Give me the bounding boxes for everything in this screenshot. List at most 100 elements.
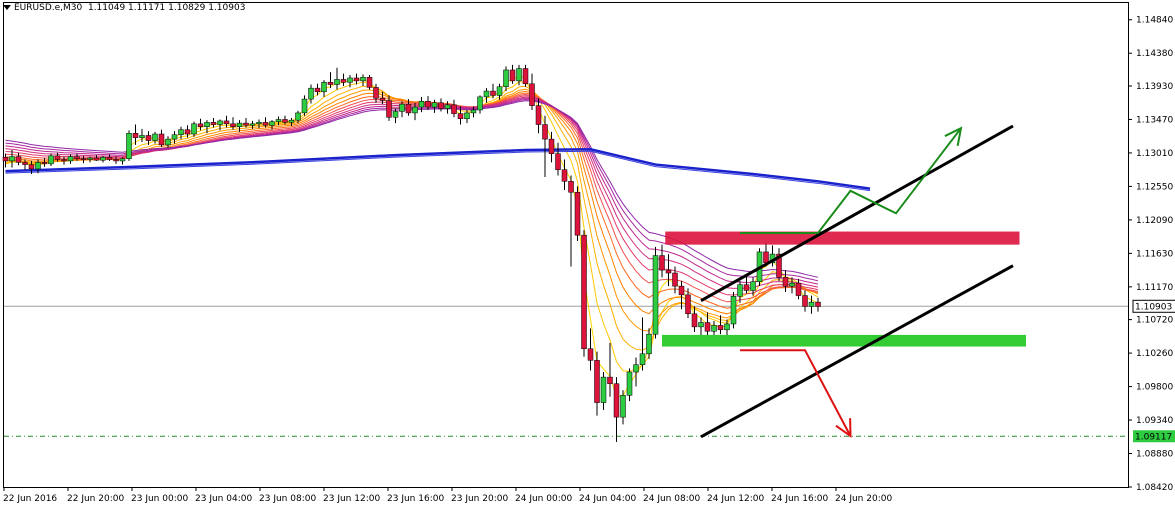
y-tick-label: 1.11630 (1136, 249, 1173, 259)
candle-body (678, 285, 685, 296)
candle-body (301, 98, 308, 114)
current-price-label: 1.10903 (1135, 302, 1172, 312)
candle-body (314, 87, 321, 93)
candle-body (379, 98, 386, 101)
y-tick-label: 1.08420 (1136, 483, 1173, 493)
candle-body (15, 156, 22, 163)
candle-body (685, 294, 691, 315)
candle-body (54, 155, 61, 160)
resistance-zone (665, 231, 1020, 245)
candle (321, 80, 327, 97)
channel-lower-line (700, 264, 1014, 439)
x-tick-label: 24 Jun 20:00 (835, 494, 892, 504)
candle (392, 108, 399, 124)
candle (620, 390, 626, 425)
candle (613, 377, 620, 442)
candle (67, 154, 74, 164)
candle-body (789, 282, 795, 287)
candle-body (802, 295, 808, 307)
candle-body (613, 383, 620, 418)
candle-body (48, 155, 54, 165)
x-tick-label: 23 Jun 00:00 (131, 494, 188, 504)
candle-body (230, 123, 236, 127)
ma-fast-line (5, 98, 819, 282)
candle-body (607, 376, 613, 384)
candle-body (165, 138, 171, 146)
candle-body (782, 277, 789, 287)
candle (678, 281, 685, 310)
candle-body (633, 364, 639, 373)
candle-body (113, 159, 119, 162)
candle (360, 74, 366, 86)
candle-body (106, 157, 113, 160)
candle-body (399, 103, 405, 112)
candle (340, 73, 347, 86)
candle-body (691, 313, 698, 328)
candle-body (275, 119, 282, 122)
candle-body (204, 122, 210, 127)
candle-body (139, 135, 145, 138)
candle (574, 186, 581, 241)
candle-body (126, 133, 132, 160)
chart-window[interactable]: EURUSD.e,M30 1.11049 1.11171 1.10829 1.1… (0, 0, 1175, 510)
candle-body (470, 109, 477, 114)
candle-body (67, 156, 74, 162)
candle-body (2, 157, 9, 162)
ma-fast-line (5, 97, 819, 285)
candle (782, 270, 789, 292)
candle-body (249, 123, 256, 126)
y-tick-label: 1.08880 (1136, 450, 1173, 460)
candle-body (152, 133, 158, 141)
candle (431, 99, 438, 113)
candle-body (243, 122, 249, 126)
candle (158, 129, 165, 148)
y-tick-label: 1.10260 (1136, 349, 1173, 359)
candle-body (22, 162, 28, 165)
x-tick-label: 24 Jun 08:00 (643, 494, 700, 504)
candle (626, 368, 633, 402)
candle-body (438, 102, 444, 109)
candle-body (321, 82, 327, 93)
candle-body (119, 158, 126, 162)
y-tick-label: 1.14380 (1136, 49, 1173, 59)
candle-body (659, 255, 665, 271)
candle-body (600, 376, 607, 403)
candle (815, 297, 821, 312)
candle-body (724, 323, 730, 331)
candle-body (9, 156, 15, 162)
x-tick-label: 24 Jun 16:00 (771, 494, 828, 504)
candle-body (288, 119, 295, 123)
candle-body (704, 322, 711, 332)
candle (503, 66, 509, 92)
candle-body (217, 120, 223, 125)
ma-slow-line-2 (5, 150, 871, 192)
candle-body (665, 269, 672, 274)
candle-body (516, 68, 522, 82)
candle (594, 351, 600, 416)
candle (802, 290, 808, 312)
ma-fast-line (5, 85, 819, 351)
ma-fast-line (5, 92, 819, 309)
candle-body (412, 106, 418, 114)
candle (490, 83, 496, 99)
candle (366, 75, 373, 90)
candle-body (730, 296, 737, 325)
candle-body (28, 164, 35, 170)
candles (2, 64, 821, 442)
ma-fast-line (5, 81, 819, 372)
candle-body (561, 169, 568, 182)
price-chart[interactable]: 1.14840 1.14380 1.13930 1.13470 1.13010 1.125… (0, 0, 1175, 510)
candle-body (197, 123, 204, 127)
candle-body (529, 83, 535, 106)
candle-body (698, 322, 704, 328)
candle-body (464, 112, 470, 119)
candle-body (269, 121, 275, 126)
candle-body (93, 157, 100, 161)
candle (464, 109, 470, 124)
candle (743, 275, 750, 294)
candle-body (795, 282, 802, 296)
candle (600, 372, 607, 410)
candle-body (236, 122, 243, 127)
candle (776, 248, 782, 282)
candle-body (360, 76, 366, 82)
